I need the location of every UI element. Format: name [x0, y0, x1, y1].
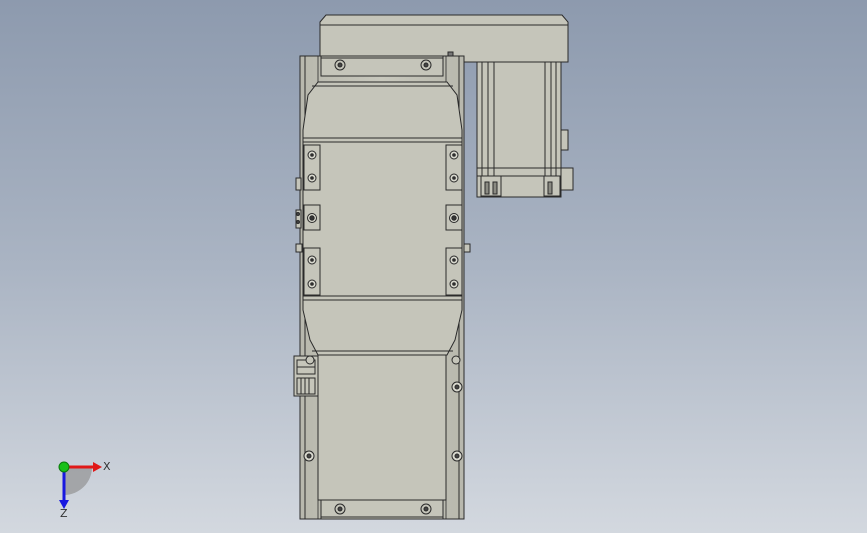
- cad-viewport[interactable]: X Z: [0, 0, 867, 533]
- motor-body: [476, 61, 574, 198]
- bottom-end-plate: [320, 499, 444, 520]
- lower-cover: [305, 354, 461, 501]
- top-end-plate: [320, 55, 444, 77]
- x-axis-label: X: [103, 460, 111, 473]
- triad-plane: [64, 467, 92, 495]
- slider-carriage: [302, 81, 463, 356]
- x-axis-head: [93, 462, 102, 472]
- z-axis-label: Z: [60, 507, 68, 520]
- y-axis-origin: [58, 461, 70, 473]
- orientation-triad: X Z: [58, 460, 111, 520]
